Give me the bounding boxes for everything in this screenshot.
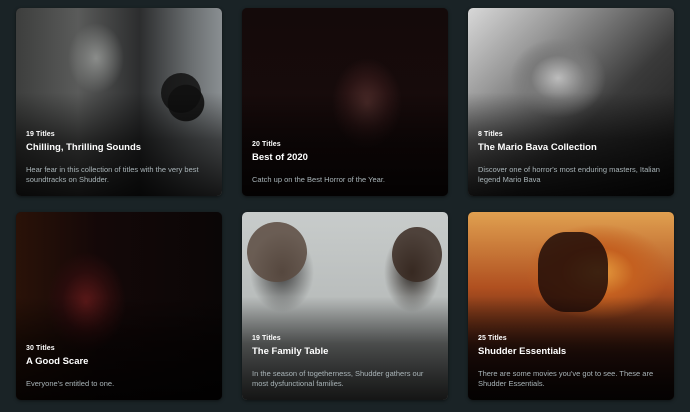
collection-card-shudder-essentials[interactable]: 25 Titles Shudder Essentials There are s… bbox=[468, 212, 674, 400]
collection-card-mario-bava-collection[interactable]: 8 Titles The Mario Bava Collection Disco… bbox=[468, 8, 674, 196]
collection-description: In the season of togetherness, Shudder g… bbox=[252, 369, 424, 388]
collection-title: The Family Table bbox=[252, 346, 329, 357]
collection-description: Hear fear in this collection of titles w… bbox=[26, 165, 199, 184]
card-info: 19 Titles The Family Table In the season… bbox=[252, 335, 438, 388]
collection-description: Discover one of horror's most enduring m… bbox=[478, 165, 660, 184]
card-info: 25 Titles Shudder Essentials There are s… bbox=[478, 335, 664, 388]
collection-description: There are some movies you've got to see.… bbox=[478, 369, 654, 388]
collection-title: The Mario Bava Collection bbox=[478, 142, 597, 153]
collection-title: Best of 2020 bbox=[252, 151, 308, 163]
title-count: 19 Titles bbox=[26, 131, 55, 138]
collection-title: Shudder Essentials bbox=[478, 346, 567, 357]
card-info: 8 Titles The Mario Bava Collection Disco… bbox=[478, 131, 664, 184]
card-info: 19 Titles Chilling, Thrilling Sounds Hea… bbox=[26, 131, 212, 184]
card-info: 30 Titles A Good Scare Everyone's entitl… bbox=[26, 345, 212, 389]
collection-description: Catch up on the Best Horror of the Year. bbox=[252, 174, 386, 184]
collection-card-a-good-scare[interactable]: 30 Titles A Good Scare Everyone's entitl… bbox=[16, 212, 222, 400]
collection-card-best-of-2020[interactable]: 20 Titles Best of 2020 Catch up on the B… bbox=[242, 8, 448, 196]
collection-description: Everyone's entitled to one. bbox=[26, 378, 115, 388]
title-count: 8 Titles bbox=[478, 131, 503, 138]
collections-grid: 19 Titles Chilling, Thrilling Sounds Hea… bbox=[0, 0, 690, 412]
collection-title: Chilling, Thrilling Sounds bbox=[26, 142, 142, 153]
card-info: 20 Titles Best of 2020 Catch up on the B… bbox=[252, 141, 438, 185]
title-count: 30 Titles bbox=[26, 344, 55, 352]
collection-card-the-family-table[interactable]: 19 Titles The Family Table In the season… bbox=[242, 212, 448, 400]
title-count: 25 Titles bbox=[478, 335, 507, 342]
collection-title: A Good Scare bbox=[26, 355, 89, 367]
title-count: 19 Titles bbox=[252, 335, 281, 342]
collection-card-chilling-thrilling-sounds[interactable]: 19 Titles Chilling, Thrilling Sounds Hea… bbox=[16, 8, 222, 196]
title-count: 20 Titles bbox=[252, 140, 281, 148]
